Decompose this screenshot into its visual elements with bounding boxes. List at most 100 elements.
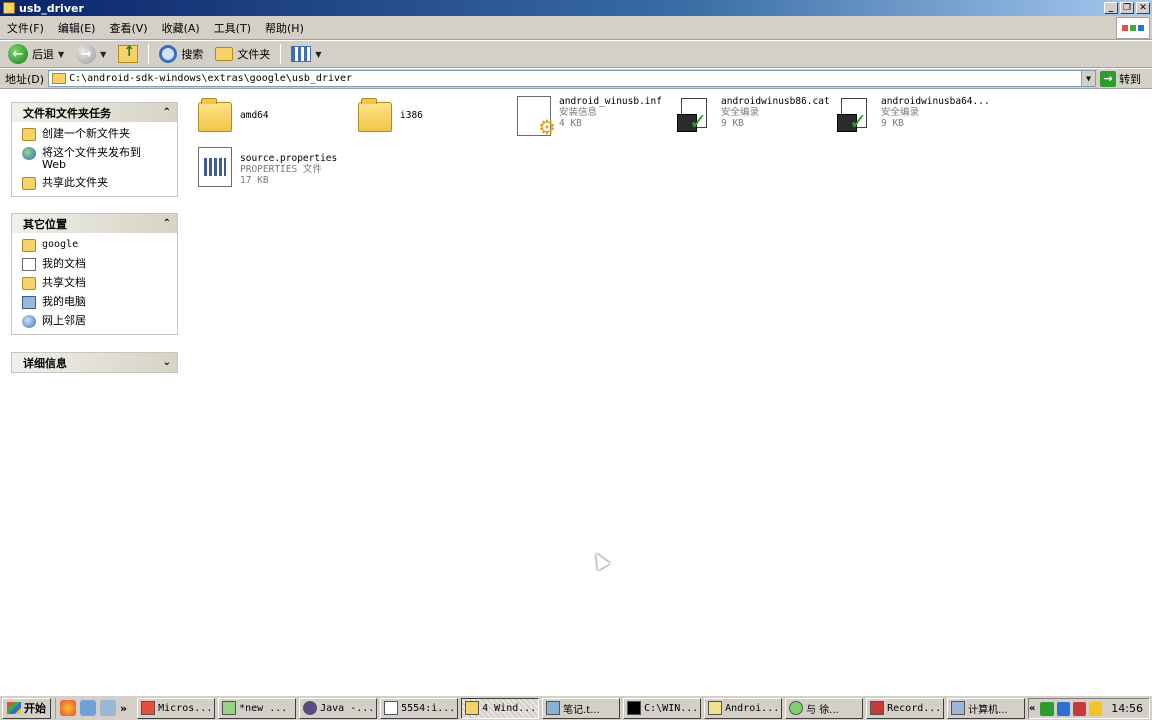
other-places-header[interactable]: 其它位置 ⌃: [12, 214, 177, 233]
place-google[interactable]: google: [22, 239, 169, 252]
go-button[interactable]: → 转到: [1100, 70, 1141, 87]
file-tasks-header[interactable]: 文件和文件夹任务 ⌃: [12, 103, 177, 122]
file-text: android_winusb.inf 安装信息 4 KB: [559, 96, 662, 129]
details-panel: 详细信息 ⌄: [11, 352, 178, 373]
file-tasks-title: 文件和文件夹任务: [23, 106, 111, 120]
menu-help[interactable]: 帮助(H): [258, 20, 311, 36]
place-shared-documents[interactable]: 共享文档: [22, 277, 169, 290]
forward-button[interactable]: → ▼: [72, 43, 110, 65]
task-label: Record...: [887, 702, 941, 714]
taskbar-button[interactable]: Micros...: [137, 697, 216, 719]
file-type: 安全编录: [721, 107, 760, 118]
back-dropdown-icon[interactable]: ▼: [58, 50, 64, 59]
taskbar-button[interactable]: 与 徐...: [785, 697, 864, 719]
menu-tools[interactable]: 工具(T): [207, 20, 258, 36]
collapse-icon[interactable]: ⌃: [163, 218, 171, 229]
file-text: source.properties PROPERTIES 文件 17 KB: [240, 153, 337, 186]
folders-button[interactable]: 文件夹: [211, 43, 274, 65]
tray-expand-icon[interactable]: «: [1029, 703, 1035, 714]
forward-dropdown-icon[interactable]: ▼: [100, 50, 106, 59]
taskbar: 开始 » Micros... *new ... Java -... 5554:i…: [0, 695, 1152, 720]
file-item[interactable]: source.properties PROPERTIES 文件 17 KB: [198, 147, 337, 187]
taskbar-button[interactable]: 4 Wind...: [461, 697, 540, 719]
app-icon[interactable]: [100, 700, 116, 716]
clock[interactable]: 14:56: [1111, 702, 1143, 715]
file-item[interactable]: ✓ androidwinusba64... 安全编录 9 KB: [837, 96, 990, 136]
place-label: 网上邻居: [42, 314, 86, 327]
collapse-icon[interactable]: ⌃: [163, 107, 171, 118]
app-icon: [708, 701, 723, 715]
back-button[interactable]: ← 后退 ▼: [4, 43, 68, 65]
address-input[interactable]: C:\android-sdk-windows\extras\google\usb…: [48, 70, 1097, 87]
file-item[interactable]: android_winusb.inf 安装信息 4 KB: [517, 96, 662, 139]
documents-icon: [22, 258, 36, 271]
share-folder-icon: [22, 177, 36, 190]
taskbar-button[interactable]: Androi...: [704, 697, 783, 719]
quick-launch-more-icon[interactable]: »: [120, 702, 127, 715]
taskbar-button[interactable]: C:\WIN...: [623, 697, 702, 719]
file-size: 9 KB: [881, 118, 904, 129]
app-icon[interactable]: [80, 700, 96, 716]
task-publish-web[interactable]: 将这个文件夹发布到 Web: [22, 147, 169, 171]
title-bar: usb_driver _ ❐ ✕: [0, 0, 1152, 16]
place-label: google: [42, 239, 79, 250]
close-button[interactable]: ✕: [1136, 2, 1150, 14]
views-button[interactable]: ▼: [287, 43, 325, 65]
other-places-panel: 其它位置 ⌃ google 我的文档 共享文档 我的电脑 网上邻居: [11, 213, 178, 335]
minimize-button[interactable]: _: [1104, 2, 1118, 14]
windows-logo-icon: [7, 702, 21, 714]
taskbar-button[interactable]: Record...: [866, 697, 945, 719]
folders-icon: [215, 47, 234, 61]
views-dropdown-icon[interactable]: ▼: [315, 50, 321, 59]
search-button[interactable]: 搜索: [155, 43, 207, 65]
publish-web-icon: [22, 147, 36, 160]
place-label: 我的文档: [42, 257, 86, 270]
tray-app-icon[interactable]: [1072, 701, 1087, 716]
task-label: 4 Wind...: [482, 702, 536, 714]
address-dropdown-icon[interactable]: ▼: [1081, 71, 1096, 86]
address-path[interactable]: C:\android-sdk-windows\extras\google\usb…: [69, 73, 352, 84]
windows-logo-icon: [1116, 17, 1150, 39]
up-folder-button[interactable]: [114, 43, 142, 65]
other-places-title: 其它位置: [23, 217, 67, 231]
window-controls: _ ❐ ✕: [1104, 2, 1150, 14]
details-header[interactable]: 详细信息 ⌄: [12, 353, 177, 372]
taskbar-button[interactable]: *new ...: [218, 697, 297, 719]
menu-bar: 文件(F) 编辑(E) 查看(V) 收藏(A) 工具(T) 帮助(H): [0, 16, 1152, 40]
file-tasks-panel: 文件和文件夹任务 ⌃ 创建一个新文件夹 将这个文件夹发布到 Web 共享此文件夹: [11, 102, 178, 197]
computer-icon: [951, 701, 966, 715]
toolbar-separator: [148, 44, 150, 64]
menu-favorites[interactable]: 收藏(A): [155, 20, 207, 36]
menu-edit[interactable]: 编辑(E): [51, 20, 103, 36]
place-my-computer[interactable]: 我的电脑: [22, 296, 169, 309]
file-item[interactable]: i386: [358, 98, 423, 132]
taskbar-button[interactable]: 计算机...: [947, 697, 1026, 719]
menu-view[interactable]: 查看(V): [102, 20, 154, 36]
chat-icon: [789, 701, 804, 715]
place-label: 我的电脑: [42, 295, 86, 308]
catalog-file-icon: ✓: [677, 96, 713, 136]
file-item[interactable]: ✓ androidwinusb86.cat 安全编录 9 KB: [677, 96, 830, 136]
taskbar-button[interactable]: Java -...: [299, 697, 378, 719]
menu-file[interactable]: 文件(F): [0, 20, 51, 36]
task-new-folder[interactable]: 创建一个新文件夹: [22, 128, 169, 141]
computer-icon: [22, 296, 36, 309]
taskbar-button[interactable]: 5554:i...: [380, 697, 459, 719]
place-network[interactable]: 网上邻居: [22, 315, 169, 328]
taskbar-button[interactable]: 笔记.t...: [542, 697, 621, 719]
maximize-button[interactable]: ❐: [1120, 2, 1134, 14]
folder-icon: [52, 73, 67, 84]
expand-icon[interactable]: ⌄: [163, 357, 171, 368]
browser-icon[interactable]: [60, 700, 76, 716]
file-list: amd64 i386 android_winusb.inf 安装信息 4 KB …: [188, 90, 1152, 688]
start-button[interactable]: 开始: [2, 697, 51, 719]
tray-app-icon[interactable]: [1089, 701, 1103, 716]
task-share-folder[interactable]: 共享此文件夹: [22, 177, 169, 190]
place-my-documents[interactable]: 我的文档: [22, 258, 169, 271]
file-name: amd64: [240, 110, 269, 121]
tray-app-icon[interactable]: [1040, 701, 1054, 716]
file-item[interactable]: amd64: [198, 98, 269, 132]
task-label: Androi...: [725, 702, 779, 714]
tray-app-icon[interactable]: [1056, 701, 1070, 716]
task-label: C:\WIN...: [644, 702, 698, 714]
